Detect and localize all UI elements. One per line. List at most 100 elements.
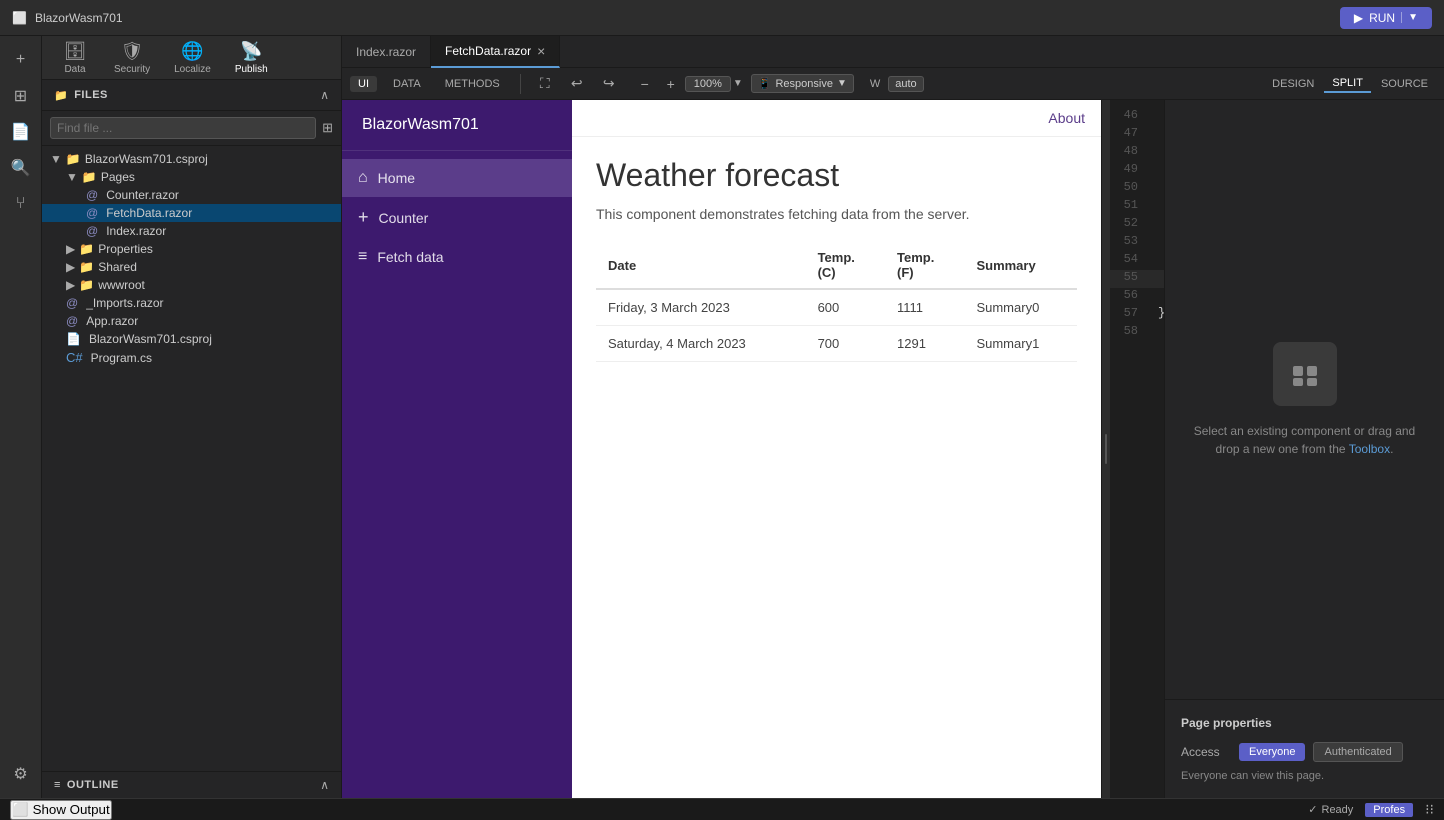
toolbar-localize-button[interactable]: 🌐 Localize	[164, 37, 221, 79]
table-cell-date: Saturday, 4 March 2023	[596, 326, 806, 362]
toolbar-security-button[interactable]: 🛡 Security	[104, 37, 160, 79]
zoom-level: 100%	[685, 76, 731, 92]
code-line-56: 56 }	[1110, 288, 1164, 306]
file-panel-collapse[interactable]: ∧	[320, 88, 329, 102]
split-button[interactable]: SPLIT	[1324, 75, 1371, 93]
table-header-tempc: Temp.(C)	[806, 242, 885, 289]
tree-item-wwwroot[interactable]: ▶ 📁 wwwroot	[42, 276, 341, 294]
tree-item-project[interactable]: ▼ 📁 BlazorWasm701.csproj +	[42, 150, 341, 168]
tree-item-label: wwwroot	[98, 278, 145, 292]
status-profile: Profes	[1365, 803, 1413, 817]
table-cell-tempc: 700	[806, 326, 885, 362]
status-dots: ⁝⁝	[1425, 801, 1434, 818]
toolbar: 🗄 Data 🛡 Security 🌐 Localize 📡 Publish	[42, 36, 341, 80]
outline-panel: ≡ OUTLINE ∧	[42, 771, 341, 798]
tree-item-imports[interactable]: @ _Imports.razor	[42, 294, 341, 312]
title-bar-icon: ⬜	[12, 11, 27, 25]
sidebar-icon-grid[interactable]: ⊞	[5, 80, 37, 112]
right-panel: Select an existing component or drag and…	[1164, 100, 1444, 798]
responsive-select[interactable]: 📱 Responsive ▼	[751, 74, 854, 93]
folder-icon: 📁	[79, 260, 94, 274]
toolbar-publish-button[interactable]: 📡 Publish	[225, 37, 278, 79]
checkmark-icon: ✓	[1308, 803, 1317, 816]
access-authenticated-button[interactable]: Authenticated	[1313, 742, 1402, 762]
sidebar-icon-add[interactable]: +	[5, 44, 37, 76]
table-row: Friday, 3 March 2023 600 1111 Summary0	[596, 289, 1077, 326]
view-methods-button[interactable]: METHODS	[437, 76, 508, 92]
access-description: Everyone can view this page.	[1181, 770, 1428, 782]
folder-icon: 📁	[66, 152, 81, 166]
code-line-55: 55 public int TemperatureF => 32 + (int)…	[1110, 270, 1164, 288]
table-row: Saturday, 4 March 2023 700 1291 Summary1	[596, 326, 1077, 362]
tree-item-app[interactable]: @ App.razor	[42, 312, 341, 330]
sidebar-icon-search[interactable]: 🔍	[5, 152, 37, 184]
code-editor[interactable]: 46 47 public class WeatherForecast 48 {	[1110, 100, 1164, 798]
preview-about-link[interactable]: About	[1048, 110, 1085, 126]
nav-item-home[interactable]: ⌂ Home	[342, 159, 572, 197]
tree-item-shared[interactable]: ▶ 📁 Shared	[42, 258, 341, 276]
tab-index[interactable]: Index.razor	[342, 36, 431, 68]
localize-icon: 🌐	[181, 41, 203, 62]
counter-nav-icon: +	[358, 207, 369, 228]
design-button[interactable]: DESIGN	[1264, 75, 1322, 93]
access-everyone-button[interactable]: Everyone	[1239, 743, 1305, 761]
title-bar-project-name: BlazorWasm701	[35, 11, 123, 25]
fetchdata-nav-icon: ≡	[358, 248, 367, 266]
right-panel-empty-state: Select an existing component or drag and…	[1165, 100, 1444, 699]
tab-label: FetchData.razor	[445, 44, 531, 58]
tab-fetchdata[interactable]: FetchData.razor ×	[431, 36, 560, 68]
nav-item-fetchdata[interactable]: ≡ Fetch data	[342, 238, 572, 276]
file-search-icon-btn[interactable]: ⊞	[322, 120, 333, 136]
tree-item-csproj[interactable]: 📄 BlazorWasm701.csproj	[42, 330, 341, 348]
files-title: 📁 FILES	[54, 89, 108, 102]
expand-icon: ▶	[66, 260, 75, 274]
width-label: W	[870, 78, 880, 90]
show-output-button[interactable]: ⬜ Show Output	[10, 800, 112, 820]
page-properties-panel: Page properties Access Everyone Authenti…	[1165, 699, 1444, 798]
toolbox-link[interactable]: Toolbox	[1349, 442, 1390, 456]
outline-title: ≡ OUTLINE	[54, 779, 119, 791]
tab-close-icon[interactable]: ×	[537, 44, 545, 58]
view-data-button[interactable]: DATA	[385, 76, 429, 92]
publish-icon: 📡	[240, 41, 262, 62]
file-search-input[interactable]	[50, 117, 316, 139]
preview-app: BlazorWasm701 ⌂ Home + Counter	[342, 100, 1101, 798]
sidebar-icon-files[interactable]: 📄	[5, 116, 37, 148]
tree-item-fetchdata[interactable]: @ FetchData.razor	[42, 204, 341, 222]
split-divider[interactable]	[1102, 100, 1110, 798]
tree-item-pages[interactable]: ▼ 📁 Pages	[42, 168, 341, 186]
zoom-in-btn[interactable]: +	[659, 72, 683, 96]
sidebar-icon-settings[interactable]: ⚙	[5, 758, 37, 790]
toolbar-data-button[interactable]: 🗄 Data	[50, 37, 100, 79]
preview-brand: BlazorWasm701	[342, 100, 572, 151]
view-ui-button[interactable]: UI	[350, 76, 377, 92]
preview-sidebar: BlazorWasm701 ⌂ Home + Counter	[342, 100, 572, 798]
redo-icon-btn[interactable]: ↪	[597, 72, 621, 96]
undo-icon-btn[interactable]: ↩	[565, 72, 589, 96]
code-line-48: 48 {	[1110, 144, 1164, 162]
code-line-54: 54	[1110, 252, 1164, 270]
table-cell-tempf: 1111	[885, 289, 964, 326]
tree-item-program[interactable]: C# Program.cs	[42, 348, 341, 367]
tree-item-properties[interactable]: ▶ 📁 Properties	[42, 240, 341, 258]
table-cell-tempc: 600	[806, 289, 885, 326]
run-button[interactable]: ▶ RUN ▼	[1340, 7, 1432, 29]
page-properties-title: Page properties	[1181, 716, 1428, 730]
tree-item-counter[interactable]: @ Counter.razor	[42, 186, 341, 204]
outline-collapse[interactable]: ∧	[320, 778, 329, 792]
sidebar-icon-branch[interactable]: ⑂	[5, 188, 37, 220]
tree-item-label: _Imports.razor	[86, 296, 163, 310]
zoom-out-btn[interactable]: −	[633, 72, 657, 96]
table-header-date: Date	[596, 242, 806, 289]
source-button[interactable]: SOURCE	[1373, 75, 1436, 93]
run-caret-icon: ▼	[1401, 12, 1418, 23]
tree-item-label: App.razor	[86, 314, 138, 328]
tree-item-index[interactable]: @ Index.razor	[42, 222, 341, 240]
empty-state-text: Select an existing component or drag and…	[1185, 422, 1424, 458]
fullscreen-icon-btn[interactable]: ⛶	[533, 72, 557, 96]
code-line-52: 52	[1110, 216, 1164, 234]
preview-table: Date Temp.(C) Temp.(F) Summary F	[596, 242, 1077, 362]
nav-item-counter[interactable]: + Counter	[342, 197, 572, 238]
file-search-bar: ⊞	[42, 111, 341, 146]
width-value: auto	[888, 76, 923, 92]
